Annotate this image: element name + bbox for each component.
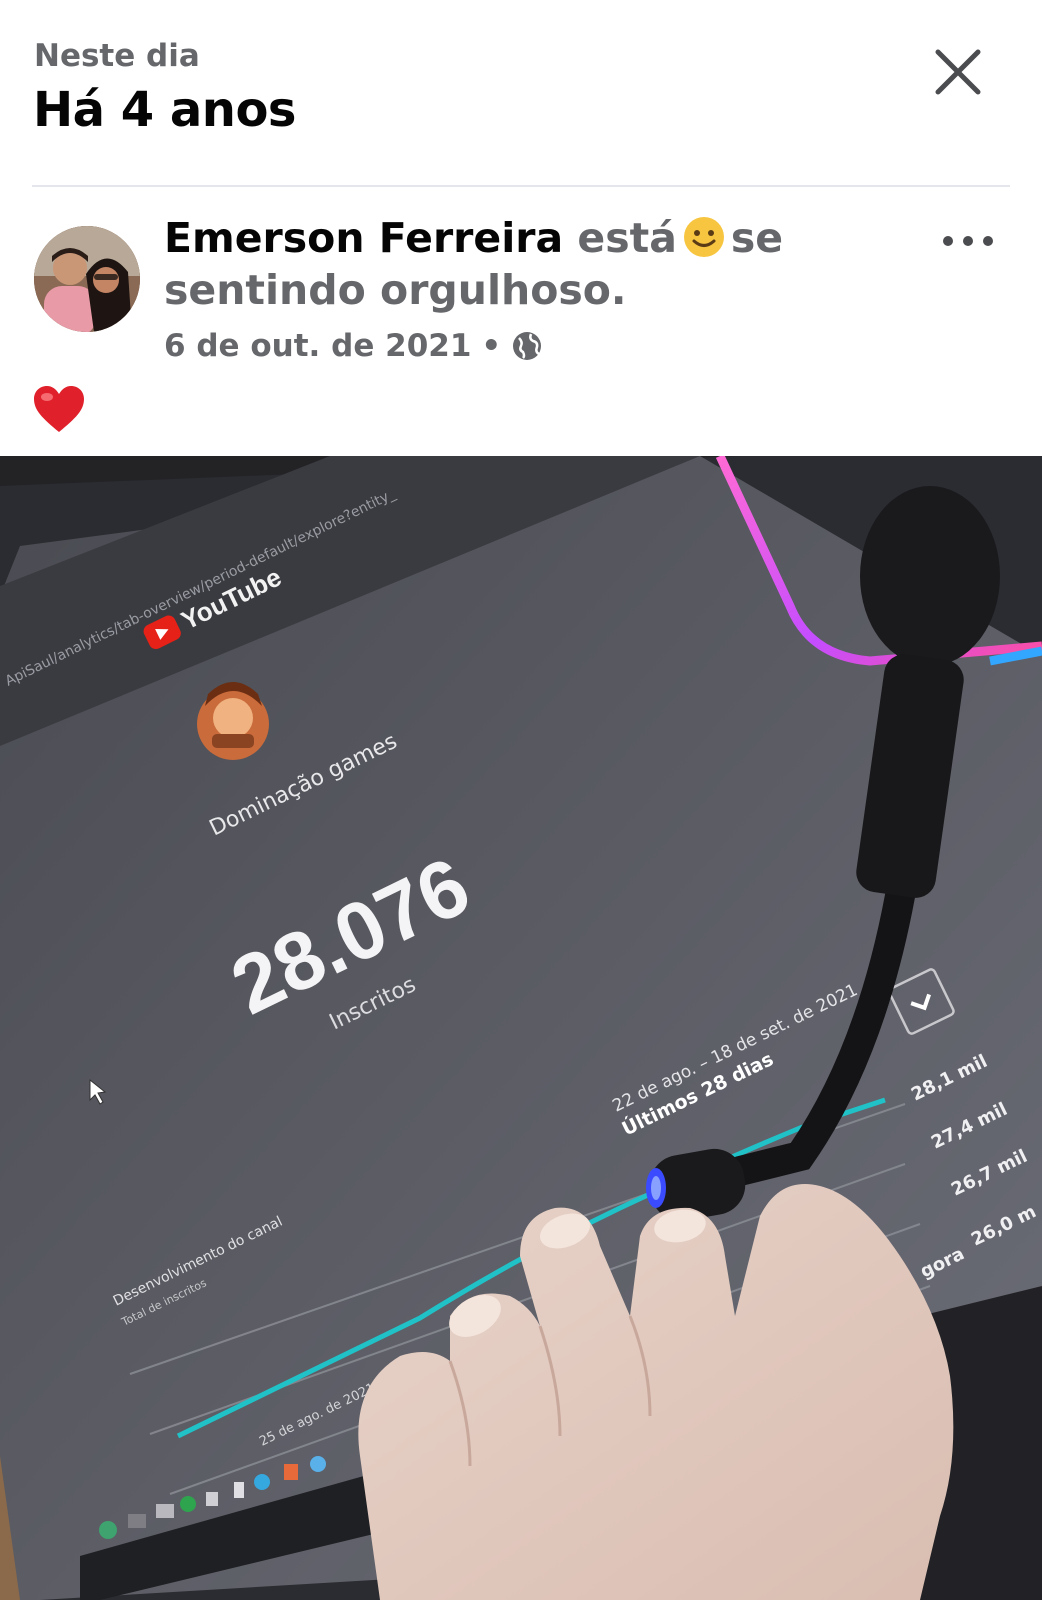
post-date[interactable]: 6 de out. de 2021 [164, 328, 471, 364]
close-button[interactable] [930, 44, 986, 100]
meta-separator: • [481, 328, 502, 364]
post-meta: 6 de out. de 2021 • [164, 328, 543, 364]
more-options-button[interactable] [940, 226, 1000, 256]
header-divider [32, 185, 1010, 187]
header-subtitle: Neste dia [34, 38, 200, 74]
activity-before: está [577, 214, 677, 262]
close-icon [935, 49, 981, 95]
globe-icon [511, 330, 543, 362]
post-photo[interactable]: ApiSaul/analytics/tab-overview/period-de… [0, 456, 1042, 1600]
post-header-text: Emerson Ferreira está se sentindo orgulho… [164, 212, 924, 316]
smile-emoji-icon [683, 216, 725, 258]
header-title: Há 4 anos [33, 82, 297, 138]
author-name[interactable]: Emerson Ferreira [164, 214, 563, 262]
memory-header: Neste dia Há 4 anos [0, 0, 1042, 186]
heart-icon [32, 384, 86, 434]
more-icon [943, 236, 993, 246]
avatar[interactable] [34, 226, 140, 332]
